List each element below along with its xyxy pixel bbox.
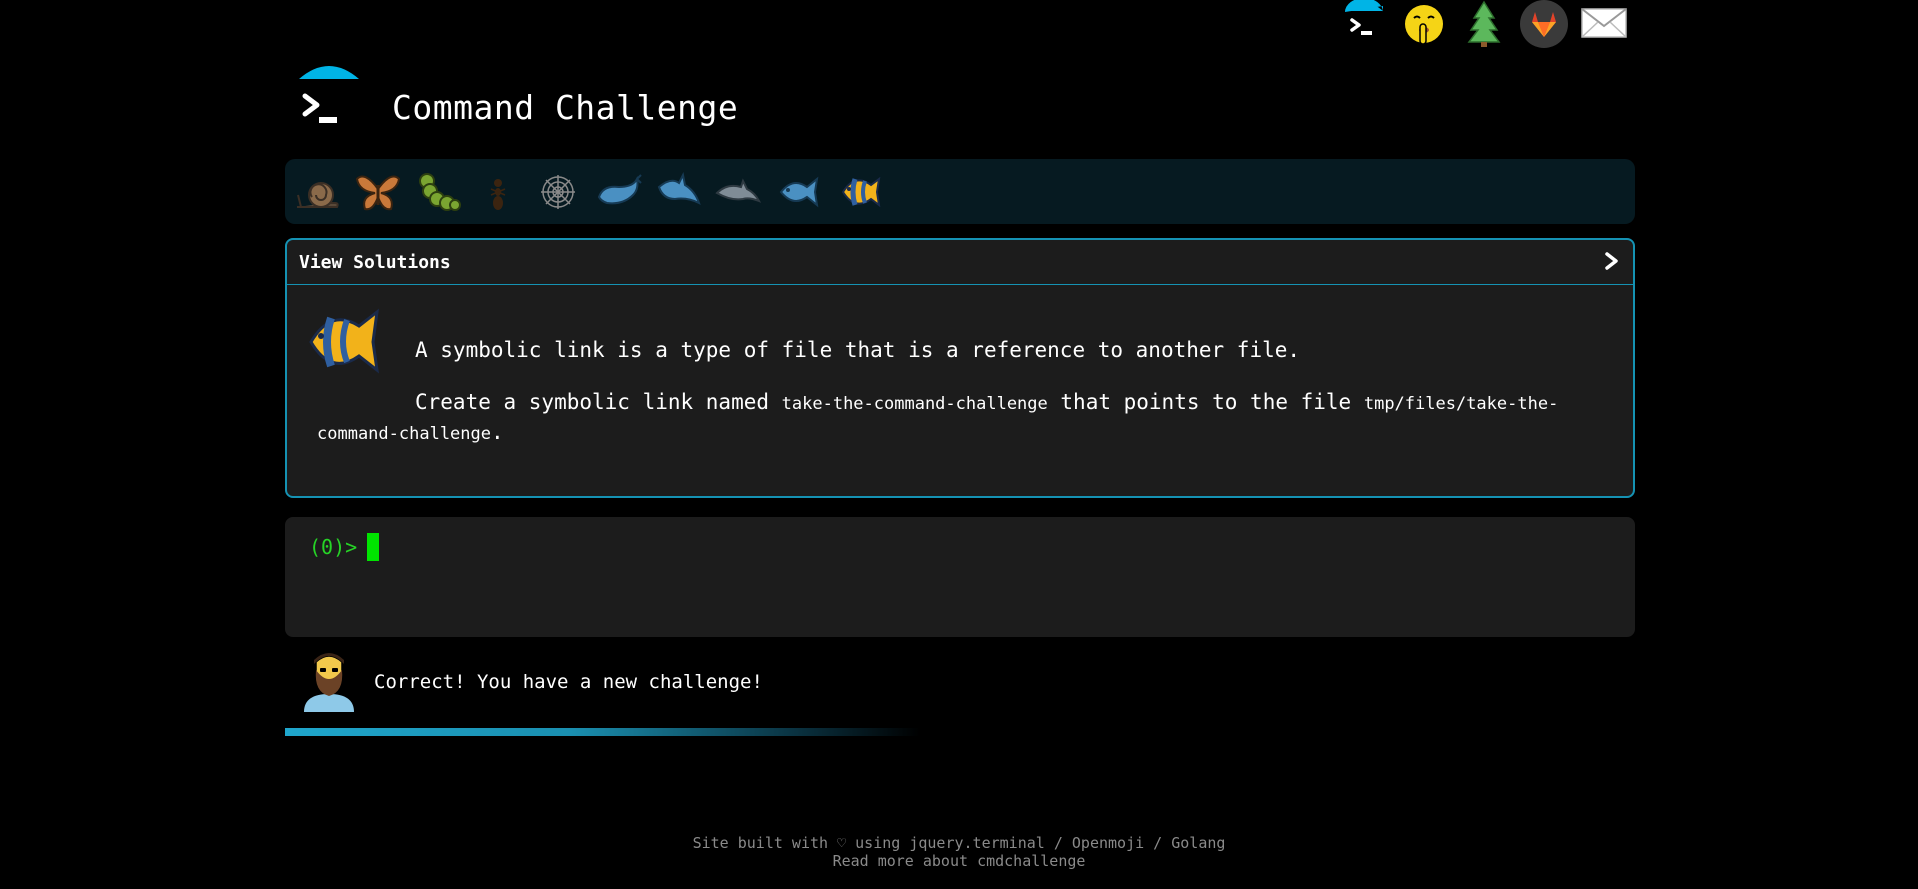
page: Command Challenge View Solutions A symbo… [0,0,1918,889]
footer-line-1: Site built with ♡ using jquery.terminal … [0,834,1918,852]
level-bar [285,159,1635,224]
spiderweb-icon[interactable] [533,167,583,217]
caterpillar-icon[interactable] [413,167,463,217]
progress-fill [285,728,920,736]
tree-icon[interactable] [1460,0,1508,48]
view-solutions-header[interactable]: View Solutions [287,240,1633,285]
footer-separator: / [1153,834,1163,852]
about-cmdchallenge-link[interactable]: cmdchallenge [977,852,1085,870]
terminal-cursor[interactable] [367,533,379,561]
challenge-panel: View Solutions A symbolic link is a type… [285,238,1635,498]
footer-line-2: Read more about cmdchallenge [0,852,1918,870]
golang-link[interactable]: Golang [1171,834,1225,852]
challenge-task: Create a symbolic link named take-the-co… [317,388,1607,448]
link-name: take-the-command-challenge [781,394,1048,414]
footer-using: using [855,834,901,852]
envelope-icon[interactable] [1580,0,1628,48]
top-nav [1340,0,1640,48]
footer: Site built with ♡ using jquery.terminal … [0,834,1918,870]
snail-icon[interactable] [293,167,343,217]
challenge-description: A symbolic link is a type of file that i… [317,336,1607,448]
tropical-fish-icon[interactable] [833,167,883,217]
dolphin-icon[interactable] [713,167,763,217]
footer-built-with: Site built with [692,834,829,852]
heart-icon: ♡ [837,834,847,852]
ant-icon[interactable] [473,167,523,217]
footer-read-more: Read more about [832,852,969,870]
jquery-terminal-link[interactable]: jquery.terminal [909,834,1044,852]
shark-icon[interactable] [653,167,703,217]
avatar [298,648,360,712]
gitlab-icon[interactable] [1520,0,1568,48]
task-middle: that points to the file [1047,390,1364,414]
chevron-right-icon[interactable] [1603,250,1621,272]
butterfly-icon[interactable] [353,167,403,217]
terminal-prompt: (0)> [309,535,358,559]
feedback-message: Correct! You have a new challenge! [374,671,763,693]
task-prefix: Create a symbolic link named [415,390,782,414]
task-suffix: . [491,420,504,444]
site-logo[interactable] [295,66,363,136]
challenge-intro: A symbolic link is a type of file that i… [415,338,1301,362]
shushing-face-icon[interactable] [1400,0,1448,48]
terminal-icon[interactable] [1340,0,1388,48]
whale-icon[interactable] [593,167,643,217]
footer-separator: / [1053,834,1063,852]
fish-icon[interactable] [773,167,823,217]
terminal[interactable]: (0)> [285,517,1635,637]
openmoji-link[interactable]: Openmoji [1072,834,1144,852]
view-solutions-toggle[interactable]: View Solutions [299,252,451,273]
progress-bar [285,728,1635,736]
page-title[interactable]: Command Challenge [392,88,738,127]
